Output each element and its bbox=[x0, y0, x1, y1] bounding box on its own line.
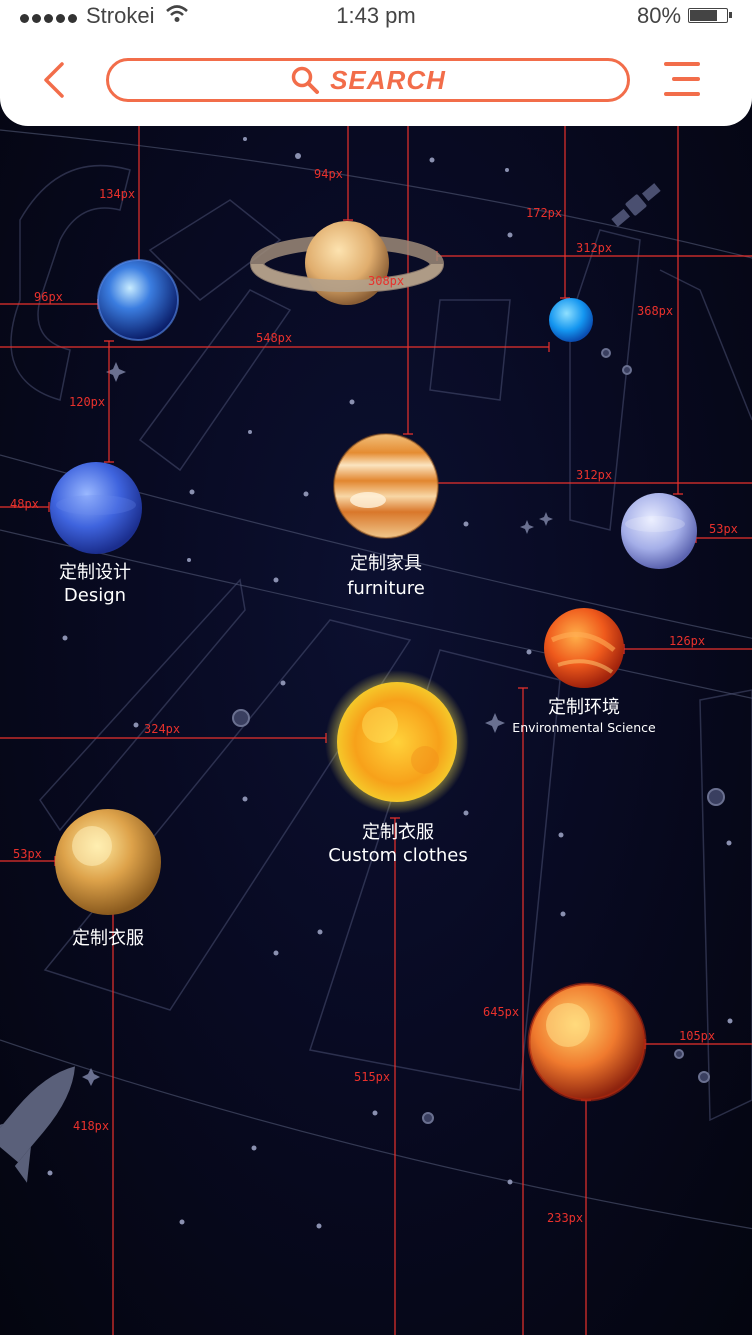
measure-label: 94px bbox=[314, 167, 343, 181]
planet-name-en: furniture bbox=[347, 577, 425, 599]
back-button[interactable] bbox=[38, 60, 74, 100]
battery-fill bbox=[690, 10, 717, 21]
measure-label: 53px bbox=[709, 522, 738, 536]
measure-label: 418px bbox=[73, 1119, 110, 1133]
planet-big-orange[interactable] bbox=[527, 982, 647, 1102]
planet-name-cn: 定制环境 bbox=[548, 697, 620, 718]
measure-label: 308px bbox=[368, 274, 405, 288]
planet-label-environment[interactable]: 定制环境 Environmental Science bbox=[494, 697, 674, 735]
planet-environment[interactable] bbox=[544, 608, 624, 688]
planet-saturn[interactable] bbox=[250, 221, 444, 305]
planet-name-en: Custom clothes bbox=[328, 844, 468, 866]
measure-label: 48px bbox=[10, 497, 39, 511]
measure-label: 120px bbox=[69, 395, 106, 409]
planet-name-en: Environmental Science bbox=[512, 719, 656, 735]
ring-stars bbox=[232, 348, 725, 1124]
measure-label: 53px bbox=[13, 847, 42, 861]
planet-label-custom-clothes[interactable]: 定制衣服 Custom clothes bbox=[298, 822, 498, 867]
measure-label: 96px bbox=[34, 290, 63, 304]
measure-label: 134px bbox=[99, 187, 136, 201]
measure-label: 515px bbox=[354, 1070, 391, 1084]
planet-label-design[interactable]: 定制设计 Design bbox=[20, 562, 170, 607]
hamburger-menu-icon bbox=[664, 62, 700, 66]
planet-uranus[interactable] bbox=[621, 493, 697, 569]
planet-name-cn: 定制衣服 bbox=[362, 822, 434, 843]
measure-label: 368px bbox=[637, 304, 674, 318]
planet-furniture[interactable] bbox=[333, 433, 439, 539]
battery-percent: 80% bbox=[637, 3, 682, 28]
planet-label-clothes[interactable]: 定制衣服 bbox=[38, 928, 178, 951]
planet-blue-earth[interactable] bbox=[97, 259, 179, 341]
measure-label: 548px bbox=[256, 331, 293, 345]
measure-label: 324px bbox=[144, 722, 181, 736]
measure-label: 126px bbox=[669, 634, 706, 648]
planet-name-cn: 定制衣服 bbox=[72, 928, 144, 949]
planet-gold[interactable] bbox=[55, 809, 161, 915]
status-bar: Strokei 1:43 pm 80% bbox=[0, 0, 752, 34]
rocket-icon bbox=[0, 1066, 75, 1183]
measure-label: 105px bbox=[679, 1029, 716, 1043]
app-header: Strokei 1:43 pm 80% SEARCH bbox=[0, 0, 752, 126]
measure-label: 312px bbox=[576, 241, 613, 255]
search-label: SEARCH bbox=[330, 64, 446, 95]
menu-button[interactable] bbox=[664, 60, 702, 100]
planet-name-cn: 定制家具 bbox=[350, 553, 422, 574]
planet-sun-clothes[interactable] bbox=[325, 670, 469, 814]
planet-name-en: Design bbox=[63, 584, 127, 606]
measure-label: 645px bbox=[483, 1005, 520, 1019]
planet-design[interactable] bbox=[50, 462, 142, 554]
measure-label: 312px bbox=[576, 468, 613, 482]
measure-label: 233px bbox=[547, 1211, 584, 1225]
battery-icon bbox=[688, 8, 732, 23]
satellite-icon bbox=[611, 183, 661, 227]
planet-small-blue[interactable] bbox=[549, 298, 593, 342]
chevron-left-icon bbox=[44, 62, 64, 98]
search-icon bbox=[291, 66, 320, 94]
planet-name-cn: 定制设计 bbox=[59, 562, 131, 583]
measure-label: 172px bbox=[526, 206, 563, 220]
planet-label-furniture[interactable]: 定制家具 furniture bbox=[306, 553, 466, 600]
search-bar[interactable]: SEARCH bbox=[106, 58, 630, 102]
